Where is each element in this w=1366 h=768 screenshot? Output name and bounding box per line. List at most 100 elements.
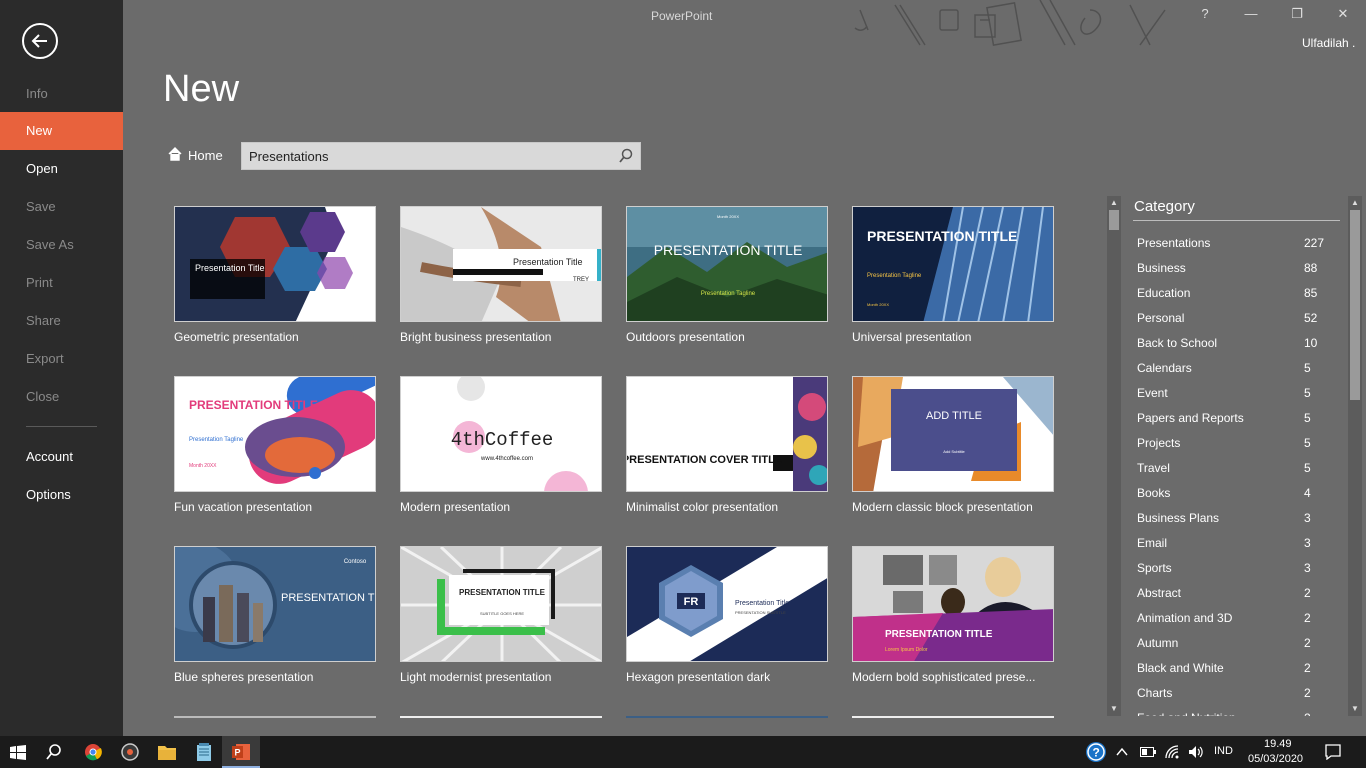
template-thumbnail: FR Presentation Title PRESENTATION SUBTI… <box>627 547 827 661</box>
category-item[interactable]: Food and Nutrition 2 <box>1137 711 1327 716</box>
category-item[interactable]: Personal 52 <box>1137 311 1327 336</box>
restore-button[interactable]: ❐ <box>1287 6 1307 22</box>
thumb-title: Presentation Title <box>513 257 583 267</box>
template-tile-geometric[interactable]: Presentation Title <box>174 206 376 322</box>
search-input[interactable] <box>242 143 602 169</box>
clock-date[interactable]: 05/03/2020 <box>1248 753 1303 765</box>
category-item[interactable]: Business 88 <box>1137 261 1327 286</box>
notepad-icon[interactable] <box>196 743 212 761</box>
category-item[interactable]: Animation and 3D 2 <box>1137 611 1327 636</box>
category-item[interactable]: Travel 5 <box>1137 461 1327 486</box>
close-window-button[interactable]: ✕ <box>1333 6 1353 22</box>
category-item[interactable]: Books 4 <box>1137 486 1327 511</box>
file-explorer-icon[interactable] <box>158 744 176 760</box>
template-tile-fun-vacation[interactable]: PRESENTATION TITLE Presentation Tagline … <box>174 376 376 492</box>
template-tile-outdoors[interactable]: Month 20XX PRESENTATION TITLE Presentati… <box>626 206 828 322</box>
scroll-thumb[interactable] <box>1109 210 1119 230</box>
scroll-up-icon[interactable]: ▲ <box>1107 196 1121 210</box>
template-tile-universal[interactable]: Month 20XX PRESENTATION TITLE Presentati… <box>852 206 1054 322</box>
nav-open[interactable]: Open <box>0 150 123 188</box>
template-tile-modern-classic-block[interactable]: ADD TITLE Add Subtitle <box>852 376 1054 492</box>
battery-icon[interactable] <box>1140 747 1156 757</box>
category-count: 5 <box>1304 361 1311 375</box>
template-tile-hexagon-dark[interactable]: FR Presentation Title PRESENTATION SUBTI… <box>626 546 828 662</box>
category-scrollbar[interactable]: ▲ ▼ <box>1348 196 1362 716</box>
category-item[interactable]: Presentations 227 <box>1137 236 1327 261</box>
template-tile-partial[interactable] <box>174 716 376 718</box>
taskbar-powerpoint-active[interactable]: P <box>222 736 260 768</box>
category-item[interactable]: Business Plans 3 <box>1137 511 1327 536</box>
thumb-sub: SUBTITLE GOES HERE <box>480 611 524 616</box>
powerpoint-icon: P <box>232 744 250 760</box>
user-name[interactable]: Ulfadilah . <box>1302 36 1355 50</box>
windows-start-icon[interactable] <box>10 745 26 760</box>
nav-new[interactable]: New <box>0 112 123 150</box>
template-scrollbar[interactable]: ▲ ▼ <box>1107 196 1121 716</box>
thumb-title: PRESENTATION TITLE <box>654 242 803 258</box>
template-label: Minimalist color presentation <box>626 500 779 514</box>
thumb-top: Month 20XX <box>189 463 217 469</box>
category-item[interactable]: Email 3 <box>1137 536 1327 561</box>
category-item[interactable]: Autumn 2 <box>1137 636 1327 661</box>
volume-icon[interactable] <box>1188 744 1204 760</box>
scroll-up-icon[interactable]: ▲ <box>1348 196 1362 210</box>
scroll-down-icon[interactable]: ▼ <box>1348 702 1362 716</box>
category-item[interactable]: Education 85 <box>1137 286 1327 311</box>
notifications-icon[interactable] <box>1325 744 1341 760</box>
category-item[interactable]: Back to School 10 <box>1137 336 1327 361</box>
home-link[interactable]: Home <box>168 147 223 165</box>
template-label: Modern bold sophisticated prese... <box>852 670 1036 684</box>
template-tile-bright-business[interactable]: Presentation Title TREY <box>400 206 602 322</box>
nav-share[interactable]: Share <box>0 302 123 340</box>
minimize-button[interactable]: — <box>1241 6 1261 21</box>
nav-save-as[interactable]: Save As <box>0 226 123 264</box>
category-item[interactable]: Calendars 5 <box>1137 361 1327 386</box>
search-icon[interactable] <box>46 744 62 760</box>
scroll-down-icon[interactable]: ▼ <box>1107 702 1121 716</box>
nav-export[interactable]: Export <box>0 340 123 378</box>
template-tile-modern[interactable]: 4thCoffee www.4thcoffee.com <box>400 376 602 492</box>
category-count: 52 <box>1304 311 1318 325</box>
template-tile-partial[interactable] <box>400 716 602 718</box>
wifi-icon[interactable] <box>1164 744 1180 760</box>
template-tile-modern-bold[interactable]: PRESENTATION TITLE Lorem Ipsum Dolor <box>852 546 1054 662</box>
category-count: 2 <box>1304 611 1311 625</box>
template-thumbnail: ADD TITLE Add Subtitle <box>853 377 1053 491</box>
scroll-thumb[interactable] <box>1350 210 1360 400</box>
nav-info[interactable]: Info <box>0 75 123 113</box>
template-tile-blue-spheres[interactable]: Contoso PRESENTATION TITLE <box>174 546 376 662</box>
clock-time[interactable]: 19.49 <box>1264 738 1292 750</box>
category-item[interactable]: Black and White 2 <box>1137 661 1327 686</box>
category-item[interactable]: Papers and Reports 5 <box>1137 411 1327 436</box>
input-language[interactable]: IND <box>1214 745 1233 757</box>
template-tile-partial[interactable] <box>626 716 828 718</box>
category-name: Calendars <box>1137 361 1192 375</box>
nav-save[interactable]: Save <box>0 188 123 226</box>
search-icon[interactable] <box>618 148 634 164</box>
category-count: 2 <box>1304 586 1311 600</box>
nav-account[interactable]: Account <box>0 438 123 476</box>
category-count: 5 <box>1304 436 1311 450</box>
help-icon[interactable]: ? <box>1085 741 1107 763</box>
category-item[interactable]: Sports 3 <box>1137 561 1327 586</box>
chevron-up-icon[interactable] <box>1116 747 1128 757</box>
nav-close[interactable]: Close <box>0 378 123 416</box>
chrome-icon[interactable] <box>84 743 102 761</box>
category-count: 2 <box>1304 636 1311 650</box>
back-button[interactable] <box>22 23 58 59</box>
nav-divider <box>26 426 97 427</box>
template-tile-light-modernist[interactable]: PRESENTATION TITLE SUBTITLE GOES HERE <box>400 546 602 662</box>
category-item[interactable]: Event 5 <box>1137 386 1327 411</box>
template-tile-minimalist-color[interactable]: PRESENTATION COVER TITLE <box>626 376 828 492</box>
category-item[interactable]: Projects 5 <box>1137 436 1327 461</box>
category-item[interactable]: Charts 2 <box>1137 686 1327 711</box>
template-tile-partial[interactable] <box>852 716 1054 718</box>
nav-print[interactable]: Print <box>0 264 123 302</box>
nav-options[interactable]: Options <box>0 476 123 514</box>
thumb-sub: PRESENTATION SUBTITLE <box>735 610 786 615</box>
category-item[interactable]: Abstract 2 <box>1137 586 1327 611</box>
template-thumbnail: Contoso PRESENTATION TITLE <box>175 547 375 661</box>
category-name: Papers and Reports <box>1137 411 1244 425</box>
help-button[interactable]: ? <box>1195 6 1215 21</box>
media-player-icon[interactable] <box>121 743 139 761</box>
